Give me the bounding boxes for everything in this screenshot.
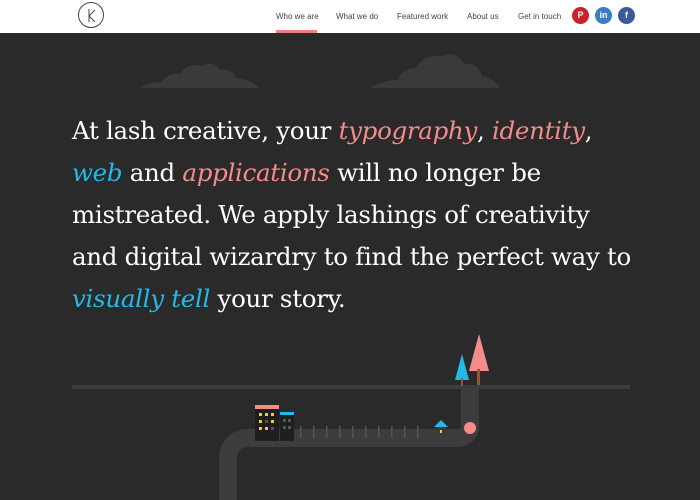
buildings — [255, 405, 294, 441]
landscape-illustration — [72, 334, 630, 500]
house-icon — [434, 420, 448, 427]
tree-pink-icon — [469, 334, 489, 371]
tree-blue-icon — [455, 354, 469, 380]
horizon-line — [72, 385, 630, 389]
location-dot-icon — [464, 422, 476, 434]
